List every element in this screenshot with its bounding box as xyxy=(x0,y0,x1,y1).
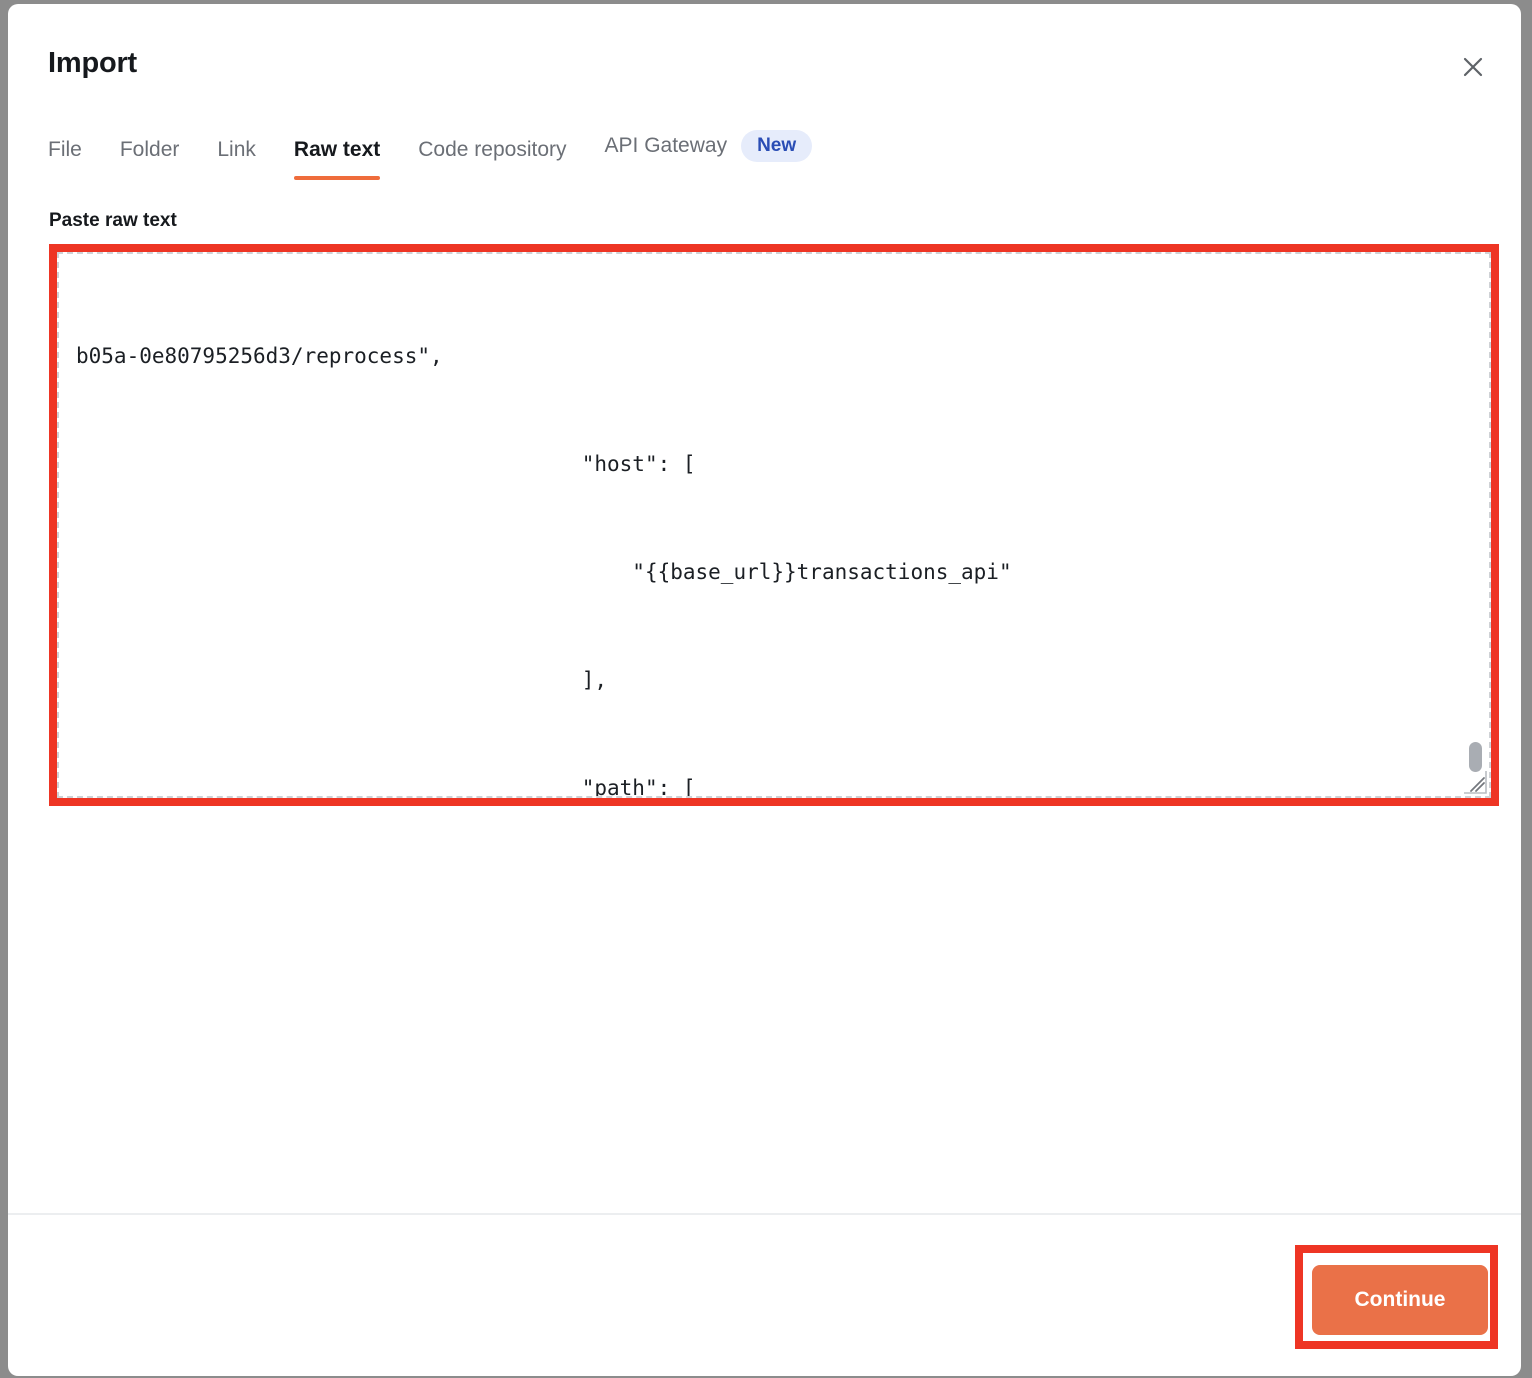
paste-raw-text-label: Paste raw text xyxy=(49,210,177,231)
tab-code-repository[interactable]: Code repository xyxy=(418,138,566,180)
tab-file[interactable]: File xyxy=(48,138,82,180)
modal-backdrop: Import File Folder Link Raw text Code re… xyxy=(0,0,1532,1378)
tab-api-gateway-label: API Gateway xyxy=(604,134,728,157)
code-line: "path": [ xyxy=(76,776,696,796)
annotation-highlight-textarea: b05a-0e80795256d3/reprocess", "host": [ … xyxy=(49,244,1499,806)
tab-raw-text[interactable]: Raw text xyxy=(293,138,381,180)
new-badge: New xyxy=(741,130,813,162)
code-line: ], xyxy=(76,668,608,692)
import-dialog: Import File Folder Link Raw text Code re… xyxy=(8,4,1521,1376)
footer-divider xyxy=(8,1213,1521,1215)
code-line: "host": [ xyxy=(76,452,696,476)
page-title: Import xyxy=(48,47,138,79)
dialog-header: Import xyxy=(8,4,1521,112)
tab-file-label: File xyxy=(48,138,82,161)
tab-folder-label: Folder xyxy=(119,138,180,161)
tab-api-gateway[interactable]: API Gateway New xyxy=(605,130,813,180)
resize-handle[interactable] xyxy=(1460,767,1488,795)
code-line: b05a-0e80795256d3/reprocess", xyxy=(76,344,443,368)
tab-link-label: Link xyxy=(217,138,256,161)
tab-folder[interactable]: Folder xyxy=(120,138,180,180)
continue-button[interactable]: Continue xyxy=(1312,1265,1488,1335)
tab-link[interactable]: Link xyxy=(217,138,256,180)
raw-text-input[interactable]: b05a-0e80795256d3/reprocess", "host": [ … xyxy=(57,252,1491,798)
import-source-tabs: File Folder Link Raw text Code repositor… xyxy=(48,130,813,180)
tab-code-repository-label: Code repository xyxy=(418,138,567,161)
close-button[interactable] xyxy=(1454,48,1492,86)
close-icon xyxy=(1460,54,1486,80)
code-line: "{{base_url}}transactions_api" xyxy=(76,560,1012,584)
tab-raw-text-label: Raw text xyxy=(293,138,381,161)
raw-text-content[interactable]: b05a-0e80795256d3/reprocess", "host": [ … xyxy=(59,254,1489,796)
